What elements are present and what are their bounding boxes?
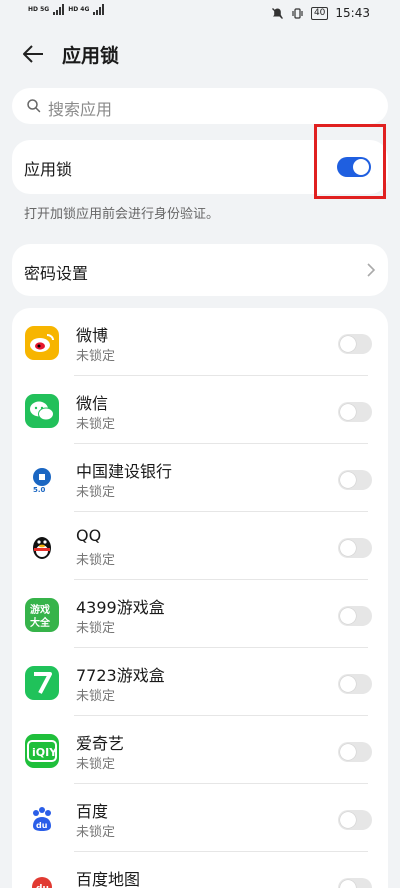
app-lock-toggle[interactable] (338, 878, 372, 888)
header: 应用锁 (0, 30, 400, 78)
vibrate-icon (292, 7, 303, 19)
password-settings-label: 密码设置 (24, 264, 89, 283)
4399-icon: 游戏 大全 (25, 598, 59, 632)
svg-text:du: du (36, 821, 48, 830)
app-list-item[interactable]: du 百度地图 (12, 852, 388, 888)
app-name: QQ (76, 526, 102, 545)
app-list-item[interactable]: 微信 未锁定 (12, 376, 388, 444)
app-list: 微博 未锁定 微信 未锁定 5.0 中国建设银行 未锁定 QQ 未锁定 游戏 大全 4399游戏盒 未锁… (12, 308, 388, 888)
app-name: 7723游戏盒 (76, 666, 165, 685)
app-lock-status: 未锁定 (76, 553, 116, 568)
toggle-knob (340, 404, 356, 420)
signal-icon (53, 4, 65, 15)
app-lock-toggle[interactable] (338, 810, 372, 830)
app-lock-toggle[interactable] (338, 334, 372, 354)
app-name: 爱奇艺 (76, 734, 125, 753)
mute-bell-icon (271, 7, 283, 19)
app-list-item[interactable]: 微博 未锁定 (12, 308, 388, 376)
weibo-icon (25, 326, 59, 360)
search-placeholder: 搜索应用 (48, 100, 113, 119)
app-lock-status: 未锁定 (76, 349, 116, 364)
app-lock-toggle[interactable] (338, 606, 372, 626)
app-lock-status: 未锁定 (76, 757, 116, 772)
toggle-knob (340, 472, 356, 488)
app-lock-status: 未锁定 (76, 485, 116, 500)
svg-text:大全: 大全 (30, 616, 51, 629)
app-list-item[interactable]: QQ 未锁定 (12, 512, 388, 580)
toggle-knob (340, 880, 356, 888)
app-name: 4399游戏盒 (76, 598, 165, 617)
password-settings-item[interactable]: 密码设置 (12, 244, 388, 296)
svg-text:5.0: 5.0 (33, 486, 46, 494)
app-lock-label: 应用锁 (24, 160, 73, 179)
sim1-label: HD 5G (28, 6, 50, 13)
wechat-icon (25, 394, 59, 428)
signal-icon-2 (93, 4, 105, 15)
chevron-right-icon (367, 263, 376, 277)
app-name: 中国建设银行 (76, 462, 173, 481)
back-arrow-icon[interactable] (20, 40, 48, 68)
app-lock-toggle[interactable] (338, 742, 372, 762)
svg-text:du: du (36, 884, 49, 888)
toggle-knob (340, 336, 356, 352)
search-icon (27, 99, 41, 113)
baidu-map-icon: du (25, 870, 59, 888)
search-input[interactable]: 搜索应用 (12, 88, 388, 124)
app-lock-status: 未锁定 (76, 825, 116, 840)
app-list-item[interactable]: du 百度未锁定 (12, 784, 388, 852)
app-lock-status: 未锁定 (76, 689, 116, 704)
sim2-label: HD 4G (68, 6, 90, 13)
svg-text:游戏: 游戏 (30, 603, 50, 616)
baidu-icon: du (25, 802, 59, 836)
page-title: 应用锁 (62, 45, 120, 67)
toggle-knob (340, 540, 356, 556)
toggle-knob (340, 608, 356, 624)
app-list-item[interactable]: 游戏 大全 4399游戏盒未锁定 (12, 580, 388, 648)
app-name: 百度 (76, 802, 109, 821)
app-lock-toggle[interactable] (338, 470, 372, 490)
svg-text:iQIY: iQIY (32, 746, 57, 759)
app-lock-toggle[interactable] (338, 402, 372, 422)
qq-icon (25, 530, 59, 564)
app-list-item[interactable]: 5.0 中国建设银行未锁定 (12, 444, 388, 512)
toggle-knob (340, 812, 356, 828)
app-lock-description: 打开加锁应用前会进行身份验证。 (24, 207, 220, 222)
app-list-item[interactable]: 7723游戏盒未锁定 (12, 648, 388, 716)
iqiyi-icon: iQIY (25, 734, 59, 768)
battery-icon: 40 (310, 6, 329, 20)
app-lock-toggle[interactable] (338, 538, 372, 558)
toggle-knob (340, 676, 356, 692)
toggle-knob (340, 744, 356, 760)
status-bar: HD 5G HD 4G 40 15:43 (0, 0, 400, 28)
app-list-item[interactable]: iQIY 爱奇艺未锁定 (12, 716, 388, 784)
app-lock-status: 未锁定 (76, 417, 116, 432)
signal-area: HD 5G HD 4G (28, 4, 105, 15)
highlight-box (314, 124, 386, 199)
app-name: 微博 (76, 326, 109, 345)
clock: 15:43 (335, 6, 370, 20)
app-lock-status: 未锁定 (76, 621, 116, 636)
app-lock-toggle[interactable] (338, 674, 372, 694)
app-name: 微信 (76, 394, 109, 413)
app-name: 百度地图 (76, 870, 141, 888)
7723-icon (25, 666, 59, 700)
ccb-icon: 5.0 (25, 462, 59, 496)
